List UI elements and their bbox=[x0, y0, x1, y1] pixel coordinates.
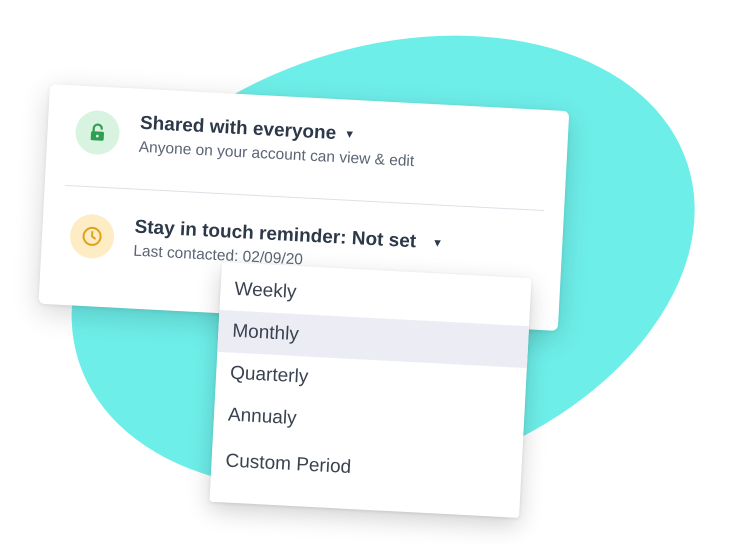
sharing-texts: Shared with everyone ▼ Anyone on your ac… bbox=[138, 113, 416, 171]
unlocked-lock-icon bbox=[74, 109, 121, 156]
clock-icon bbox=[68, 213, 116, 260]
sharing-row[interactable]: Shared with everyone ▼ Anyone on your ac… bbox=[46, 108, 568, 179]
card-divider bbox=[64, 184, 545, 212]
stage: Shared with everyone ▼ Anyone on your ac… bbox=[0, 0, 740, 544]
caret-down-icon[interactable]: ▼ bbox=[432, 237, 444, 250]
caret-down-icon[interactable]: ▼ bbox=[344, 128, 356, 141]
reminder-frequency-dropdown: Weekly Monthly Quarterly Annualy Custom … bbox=[209, 262, 532, 518]
